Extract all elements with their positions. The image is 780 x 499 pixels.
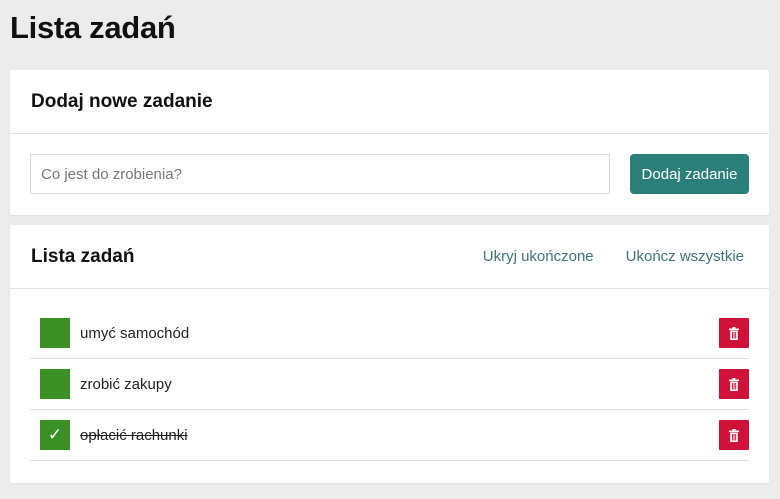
- task-list: umyć samochód zrobić zakupy ✓ opłacić ra…: [30, 308, 749, 461]
- task-list-header: Lista zadań Ukryj ukończone Ukończ wszys…: [10, 225, 769, 289]
- new-task-input[interactable]: [30, 154, 610, 194]
- task-checkbox[interactable]: ✓: [40, 420, 70, 450]
- task-row: umyć samochód: [30, 308, 749, 359]
- task-list-card: Lista zadań Ukryj ukończone Ukończ wszys…: [10, 225, 769, 483]
- delete-task-button[interactable]: [719, 420, 749, 450]
- task-checkbox[interactable]: [40, 369, 70, 399]
- trash-icon: [729, 428, 739, 442]
- task-checkbox[interactable]: [40, 318, 70, 348]
- complete-all-link[interactable]: Ukończ wszystkie: [626, 248, 744, 265]
- add-task-form: Dodaj zadanie: [10, 134, 769, 214]
- trash-icon: [729, 377, 739, 391]
- add-task-header: Dodaj nowe zadanie: [10, 70, 769, 134]
- add-task-heading: Dodaj nowe zadanie: [31, 90, 213, 112]
- delete-task-button[interactable]: [719, 318, 749, 348]
- task-row: ✓ opłacić rachunki: [30, 410, 749, 461]
- delete-task-button[interactable]: [719, 369, 749, 399]
- checkmark-icon: ✓: [47, 425, 63, 444]
- task-label: zrobić zakupy: [80, 375, 172, 393]
- add-task-button[interactable]: Dodaj zadanie: [630, 154, 749, 194]
- trash-icon: [729, 326, 739, 340]
- task-list-heading: Lista zadań: [31, 245, 135, 267]
- hide-completed-link[interactable]: Ukryj ukończone: [483, 248, 594, 265]
- task-row: zrobić zakupy: [30, 359, 749, 410]
- page-title: Lista zadań: [10, 10, 176, 45]
- task-label: umyć samochód: [80, 324, 190, 342]
- add-task-card: Dodaj nowe zadanie Dodaj zadanie: [10, 70, 769, 215]
- task-label: opłacić rachunki: [80, 426, 188, 444]
- task-list-actions: Ukryj ukończone Ukończ wszystkie: [483, 248, 748, 265]
